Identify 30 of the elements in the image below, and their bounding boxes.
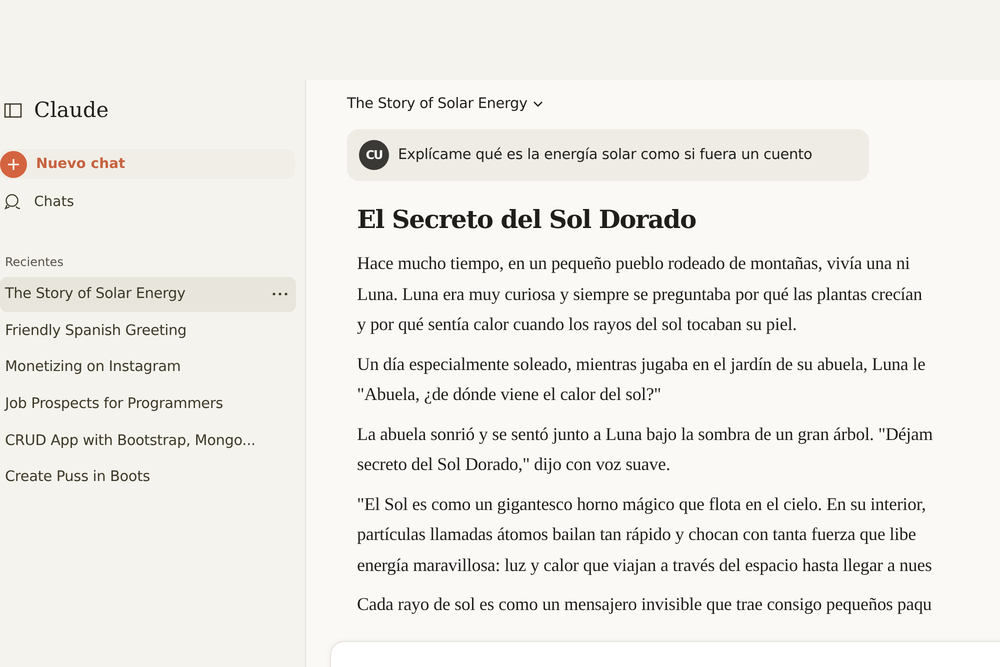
chat-history-item[interactable]: Friendly Spanish Greeting: [0, 314, 296, 348]
chat-history-item[interactable]: Monetizing on Instagram: [0, 350, 296, 385]
response-text-line: partículas llamadas átomos bailan tan rápido y chocan con tanta fuerza que libe: [357, 523, 917, 546]
plus-icon: [0, 150, 27, 178]
chevron-down-icon: [533, 101, 544, 107]
response-text-line: y por qué sentía calor cuando los rayos del sol tocaban su piel.: [357, 313, 798, 336]
response-text-line: La abuela sonrió y se sentó junto a Luna bajo la sombra de un gran árbol. "Déjam: [357, 422, 934, 446]
more-options-icon[interactable]: [272, 292, 288, 296]
app-logo-text: Claude: [34, 98, 109, 122]
section-label: Recientes: [5, 255, 64, 269]
sidebar-toggle-icon[interactable]: [4, 102, 22, 118]
chat-history-item[interactable]: CRUD App with Bootstrap, Mongo...: [0, 423, 296, 458]
chat-history-item[interactable]: Create Puss in Boots: [0, 460, 296, 495]
user-message-text: Explícame qué es la energía solar como si fuera un cuento: [398, 147, 812, 163]
response-text-line: Hace mucho tiempo, en un pequeño pueblo rodeado de montañas, vivía una ni: [357, 252, 911, 275]
response-text-line: "Abuela, ¿de dónde viene el calor del sol?": [357, 383, 662, 406]
conversation-title-dropdown[interactable]: The Story of Solar Energy: [347, 96, 544, 112]
response-heading: El Secreto del Sol Dorado: [357, 205, 697, 234]
chat-bubbles-icon: [4, 193, 22, 211]
chats-link[interactable]: Chats: [0, 189, 305, 215]
response-text-line: secreto del Sol Dorado," dijo con voz suave.: [357, 453, 672, 476]
response-text-line: Luna. Luna era muy curiosa y siempre se preguntaba por qué las plantas crecían: [357, 282, 924, 306]
new-chat-button[interactable]: Nuevo chat: [0, 149, 295, 179]
response-text-line: Cada rayo de sol es como un mensajero invisible que trae consigo pequeños paqu: [357, 593, 933, 616]
response-text-line: Un día especialmente soleado, mientras jugaba en el jardín de su abuela, Luna le: [357, 352, 926, 376]
chat-history-item[interactable]: Job Prospects for Programmers: [0, 386, 296, 422]
response-text-line: energía maravillosa: luz y calor que viajan a través del espacio hasta llegar a nues: [357, 554, 933, 577]
response-text-line: "El Sol es como un gigantesco horno mágico que flota en el cielo. En su interior,: [357, 492, 927, 516]
user-avatar: CU: [359, 140, 389, 170]
chat-history-item[interactable]: The Story of Solar Energy: [0, 277, 296, 312]
